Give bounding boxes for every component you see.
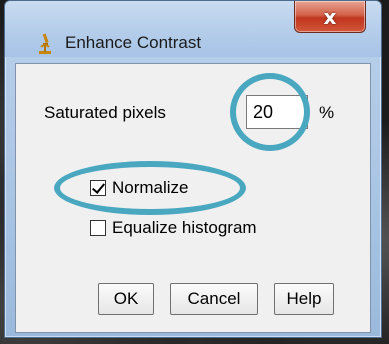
dialog-content: Saturated pixels % Normalize Equalize hi… [15, 63, 371, 333]
close-button[interactable]: x [294, 1, 366, 33]
help-button[interactable]: Help [274, 283, 334, 315]
normalize-label: Normalize [112, 178, 189, 197]
equalize-histogram-option[interactable]: Equalize histogram [90, 218, 257, 238]
normalize-checkbox[interactable] [90, 180, 106, 196]
equalize-histogram-label: Equalize histogram [112, 218, 257, 237]
title-bar[interactable]: Enhance Contrast x [5, 1, 381, 57]
saturated-pixels-input[interactable] [246, 95, 308, 129]
equalize-histogram-checkbox[interactable] [90, 220, 106, 236]
saturated-pixels-label: Saturated pixels [44, 103, 166, 122]
cancel-button[interactable]: Cancel [170, 283, 258, 315]
microscope-icon [39, 33, 51, 54]
close-icon: x [323, 4, 337, 29]
window-title: Enhance Contrast [65, 33, 202, 52]
enhance-contrast-dialog: Enhance Contrast x Saturated pixels % No… [4, 0, 382, 338]
ok-button[interactable]: OK [98, 283, 154, 315]
normalize-option[interactable]: Normalize [90, 178, 189, 198]
percent-label: % [319, 103, 335, 122]
